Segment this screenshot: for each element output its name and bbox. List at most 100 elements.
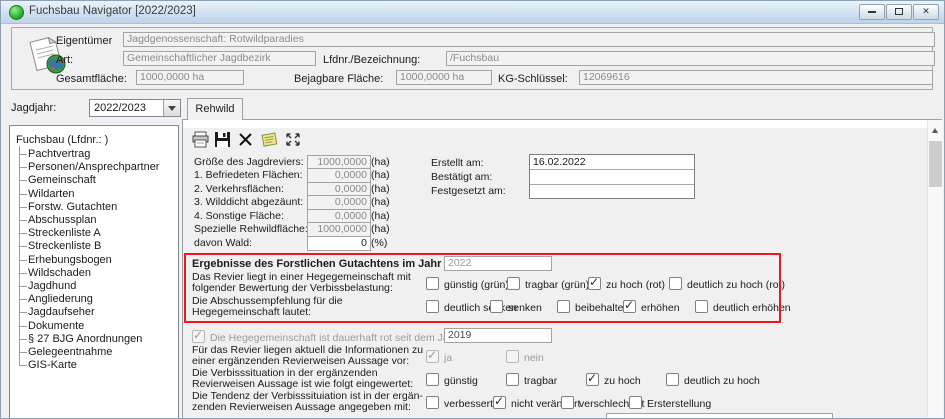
davon-wald-field[interactable]: 0 bbox=[307, 236, 371, 251]
maximize-icon bbox=[895, 8, 903, 15]
save-button[interactable] bbox=[214, 131, 231, 151]
checkbox-icon[interactable] bbox=[426, 396, 439, 409]
befriedete-label: 1. Befriedeten Flächen: bbox=[194, 169, 303, 181]
lfdnr-field[interactable]: /Fuchsbau bbox=[446, 51, 935, 66]
close-button[interactable]: ✕ bbox=[913, 4, 939, 20]
checkbox-guenstig[interactable]: günstig bbox=[426, 373, 478, 387]
checkbox-icon[interactable] bbox=[426, 373, 439, 386]
erstellt-am-label: Erstellt am: bbox=[431, 157, 484, 169]
tree-item-pachtvertrag[interactable]: Pachtvertrag bbox=[28, 148, 90, 160]
title-bar[interactable]: Fuchsbau Navigator [2022/2023] ✕ bbox=[1, 1, 945, 24]
art-label: Art: bbox=[56, 54, 73, 66]
maximize-button[interactable] bbox=[886, 4, 912, 20]
groesse-label: Größe des Jagdreviers: bbox=[194, 156, 304, 168]
tab-rehwild[interactable]: Rehwild bbox=[187, 98, 243, 120]
befriedete-field[interactable]: 0,0000 bbox=[307, 168, 371, 183]
tree-item-personen[interactable]: Personen/Ansprechpartner bbox=[28, 161, 159, 173]
tree-item-jagdaufseher[interactable]: Jagdaufseher bbox=[28, 306, 95, 318]
tree-item-gis-karte[interactable]: GIS-Karte bbox=[28, 359, 77, 371]
art-field[interactable]: Gemeinschaftlicher Jagdbezirk bbox=[123, 51, 316, 66]
bejagbare-label: Bejagbare Fläche: bbox=[294, 73, 383, 85]
wilddicht-field[interactable]: 0,0000 bbox=[307, 195, 371, 210]
tree-item-gelegeentnahme[interactable]: Gelegeentnahme bbox=[28, 346, 112, 358]
gesamtflaeche-label: Gesamtfläche: bbox=[56, 73, 127, 85]
window-title: Fuchsbau Navigator [2022/2023] bbox=[29, 5, 196, 17]
tree-item-bjg-anordnungen[interactable]: § 27 BJG Anordnungen bbox=[28, 333, 142, 345]
checkbox-ersterstellung[interactable]: Ersterstellung bbox=[629, 396, 711, 410]
tree-item-abschussplan[interactable]: Abschussplan bbox=[28, 214, 97, 226]
checkbox-tragbar[interactable]: tragbar bbox=[506, 373, 557, 387]
tree-item-jagdhund[interactable]: Jagdhund bbox=[28, 280, 76, 292]
tree-item-streckenliste-a[interactable]: Streckenliste A bbox=[28, 227, 101, 239]
bestaetigt-am-label: Bestätigt am: bbox=[431, 171, 492, 183]
tree-item-gemeinschaft[interactable]: Gemeinschaft bbox=[28, 174, 96, 186]
rehwildflaeche-label: Spezielle Rehwildfläche: bbox=[194, 223, 308, 235]
verkehr-unit: (ha) bbox=[371, 183, 390, 195]
tree-line bbox=[19, 146, 20, 365]
dauerhaft-rot-year-field[interactable]: 2019 bbox=[444, 328, 552, 343]
scroll-up-icon[interactable] bbox=[928, 120, 943, 135]
gesamtflaeche-field[interactable]: 1000,0000 ha bbox=[136, 70, 244, 85]
checkbox-icon[interactable] bbox=[426, 350, 439, 363]
checkbox-icon[interactable] bbox=[506, 350, 519, 363]
delete-button[interactable] bbox=[238, 131, 254, 151]
festgesetzt-am-field[interactable] bbox=[530, 185, 694, 199]
app-window: Fuchsbau Navigator [2022/2023] ✕ Eigentü… bbox=[0, 0, 945, 419]
tree-item-angliederung[interactable]: Angliederung bbox=[28, 293, 93, 305]
sonstige-label: 4. Sonstige Fläche: bbox=[194, 210, 284, 222]
bejagbare-field[interactable]: 1000,0000 ha bbox=[396, 70, 492, 85]
expand-button[interactable] bbox=[284, 131, 302, 151]
checkbox-icon[interactable] bbox=[493, 396, 506, 409]
jagdjahr-combobox[interactable]: 2022/2023 bbox=[89, 99, 181, 117]
bestaetigt-am-field[interactable] bbox=[530, 170, 694, 185]
checkbox-dauerhaft-rot[interactable]: Die Hegegemeinschaft ist dauerhaft rot s… bbox=[192, 330, 458, 344]
checkbox-icon[interactable] bbox=[561, 396, 574, 409]
checkbox-ja[interactable]: ja bbox=[426, 350, 452, 364]
tree-root-fuchsbau[interactable]: Fuchsbau (Lfdnr.: ) bbox=[16, 134, 108, 146]
checkbox-icon[interactable] bbox=[192, 330, 205, 343]
eigentuemer-field[interactable]: Jagdgenossenschaft: Rotwildparadies bbox=[123, 32, 935, 47]
wilddicht-unit: (ha) bbox=[371, 196, 390, 208]
rehwildflaeche-field[interactable]: 1000,0000 bbox=[307, 222, 371, 237]
print-button[interactable] bbox=[191, 131, 210, 151]
befriedete-unit: (ha) bbox=[371, 169, 390, 181]
tree-item-wildarten[interactable]: Wildarten bbox=[28, 188, 74, 200]
jagdjahr-value: 2022/2023 bbox=[94, 102, 146, 114]
date-group: 16.02.2022 bbox=[529, 154, 695, 199]
tree-item-erhebungsbogen[interactable]: Erhebungsbogen bbox=[28, 254, 112, 266]
lfdnr-label: Lfdnr./Bezeichnung: bbox=[323, 54, 420, 66]
scrollbar-thumb[interactable] bbox=[929, 141, 942, 187]
davon-wald-label: davon Wald: bbox=[194, 237, 252, 249]
checkbox-nein[interactable]: nein bbox=[506, 350, 544, 364]
kg-schluessel-label: KG-Schlüssel: bbox=[498, 73, 568, 85]
eigentuemer-label: Eigentümer bbox=[56, 35, 112, 47]
checkbox-icon[interactable] bbox=[586, 373, 599, 386]
erstellt-am-field[interactable]: 16.02.2022 bbox=[530, 155, 694, 170]
tree-item-streckenliste-b[interactable]: Streckenliste B bbox=[28, 240, 101, 252]
checkbox-deutlich-zu-hoch[interactable]: deutlich zu hoch bbox=[666, 373, 760, 387]
checkbox-icon[interactable] bbox=[629, 396, 642, 409]
bottom-input-partial[interactable] bbox=[606, 413, 833, 419]
rehwildflaeche-unit: (ha) bbox=[371, 223, 390, 235]
app-icon bbox=[9, 5, 24, 20]
jagdjahr-label: Jagdjahr: bbox=[11, 102, 56, 114]
checkbox-zu-hoch[interactable]: zu hoch bbox=[586, 373, 641, 387]
minimize-button[interactable] bbox=[859, 4, 885, 20]
sonstige-unit: (ha) bbox=[371, 210, 390, 222]
kg-schluessel-field[interactable]: 12069616 bbox=[579, 70, 933, 85]
tendenz-label-line2: zenden Revierweisen Aussage angegeben mi… bbox=[192, 401, 411, 413]
dropdown-arrow-icon[interactable] bbox=[163, 100, 180, 116]
vertical-scrollbar[interactable] bbox=[927, 120, 943, 419]
tree-item-wildschaden[interactable]: Wildschaden bbox=[28, 267, 91, 279]
checkbox-verbessert[interactable]: verbessert bbox=[426, 396, 493, 410]
davon-wald-unit: (%) bbox=[371, 237, 387, 249]
panel-top-strip bbox=[183, 120, 927, 128]
checkbox-icon[interactable] bbox=[666, 373, 679, 386]
checkbox-icon[interactable] bbox=[506, 373, 519, 386]
close-icon: ✕ bbox=[922, 6, 930, 16]
edit-note-button[interactable] bbox=[260, 131, 280, 151]
tree-item-forstw-gutachten[interactable]: Forstw. Gutachten bbox=[28, 201, 117, 213]
info-label-line2: einer ergänzenden Revierweisen Aussage v… bbox=[192, 355, 409, 367]
gutachten-highlight-box bbox=[184, 253, 781, 323]
tree-item-dokumente[interactable]: Dokumente bbox=[28, 320, 84, 332]
